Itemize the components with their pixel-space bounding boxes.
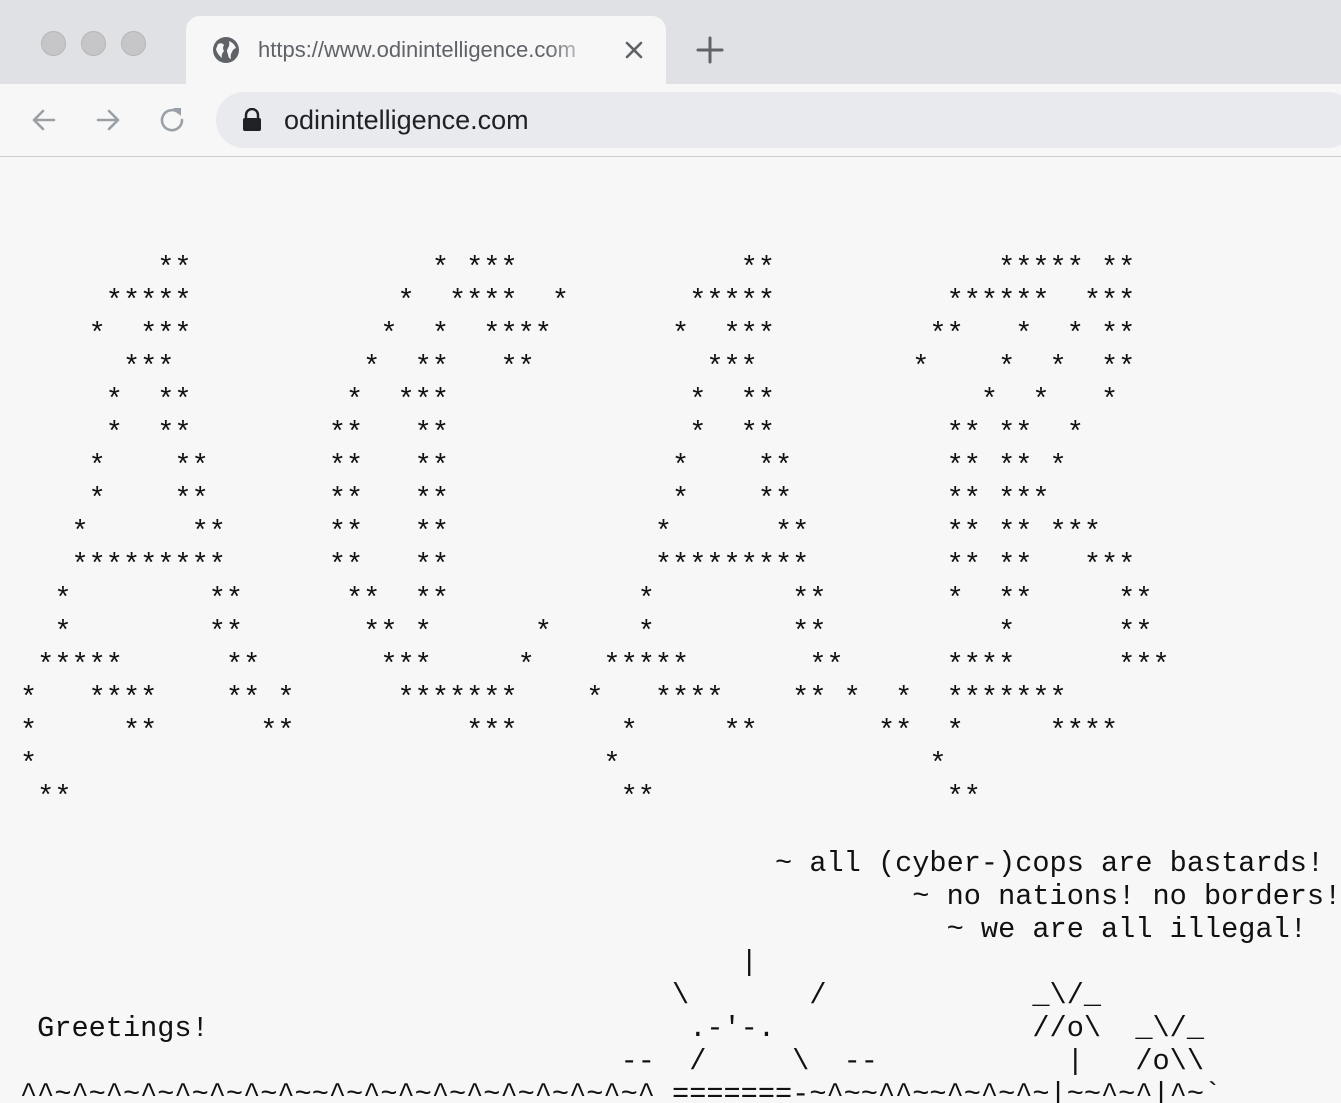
browser-toolbar: odinintelligence.com	[0, 84, 1341, 157]
url-text: odinintelligence.com	[284, 105, 529, 135]
page-content: ** * *** ** ***** ** ***** * **** * ****…	[0, 157, 1341, 1103]
tab-bar: https://www.odinintelligence.com	[0, 0, 1341, 84]
forward-arrow-icon[interactable]	[92, 104, 124, 136]
reload-icon[interactable]	[157, 104, 189, 136]
back-arrow-icon[interactable]	[28, 104, 60, 136]
new-tab-plus-icon[interactable]	[694, 34, 726, 66]
globe-icon	[213, 37, 239, 63]
address-bar[interactable]: odinintelligence.com	[216, 92, 1341, 148]
lock-icon	[243, 108, 261, 131]
tab-title: https://www.odinintelligence.com	[258, 37, 576, 62]
window-close-button[interactable]	[41, 31, 66, 56]
window-minimize-button[interactable]	[81, 31, 106, 56]
window-maximize-button[interactable]	[121, 31, 146, 56]
browser-tab[interactable]: https://www.odinintelligence.com	[186, 16, 666, 84]
ascii-art-banner: ** * *** ** ***** ** ***** * **** * ****…	[20, 252, 1341, 1103]
close-icon[interactable]	[620, 36, 648, 64]
